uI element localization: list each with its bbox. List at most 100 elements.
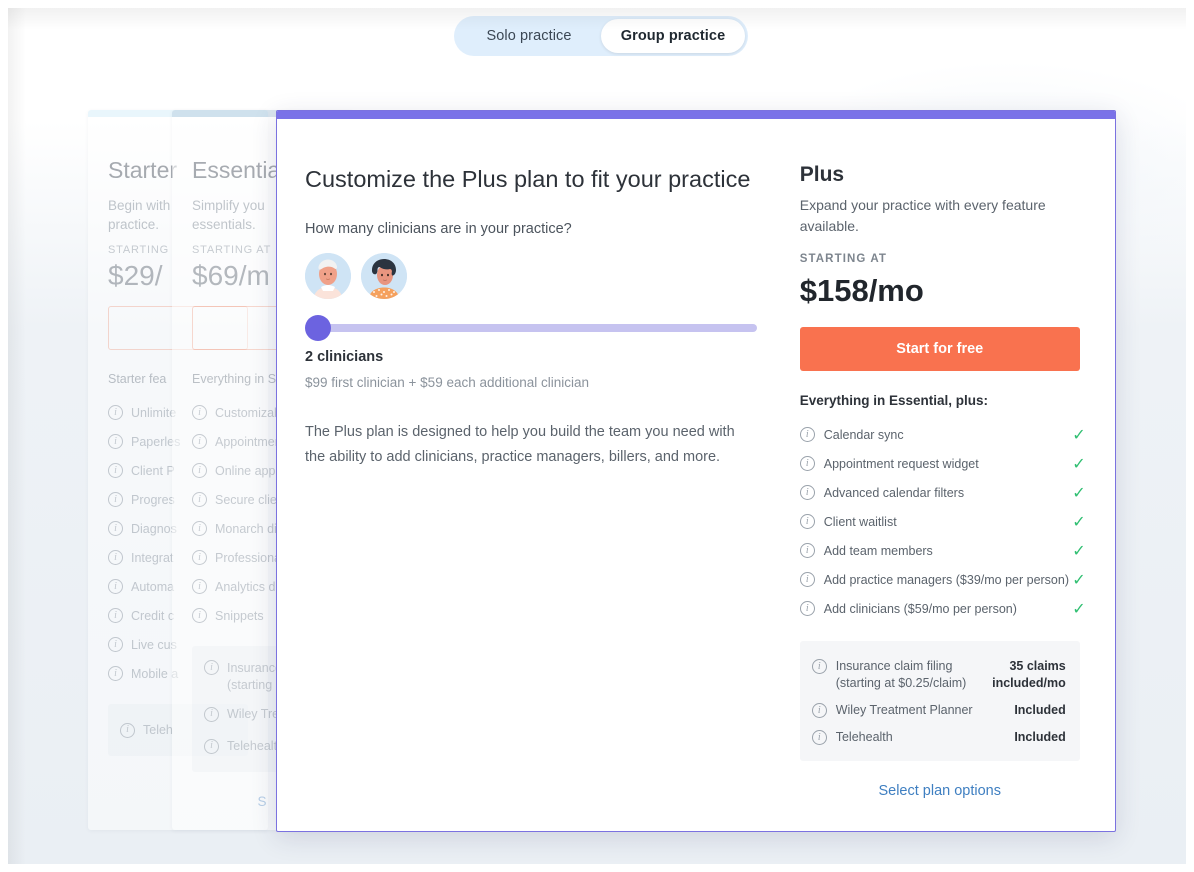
info-icon[interactable]: i — [192, 579, 207, 594]
toggle-option-group[interactable]: Group practice — [601, 19, 745, 53]
plan-name: Plus — [799, 163, 845, 186]
plan-description: The Plus plan is designed to help you bu… — [305, 424, 735, 465]
info-icon[interactable]: i — [811, 659, 827, 674]
check-icon: ✓ — [1072, 600, 1086, 618]
info-icon[interactable]: i — [811, 730, 827, 745]
info-icon[interactable]: i — [799, 485, 815, 500]
page-root: Solo practice Group practice Starter Beg… — [0, 0, 1194, 872]
info-icon[interactable]: i — [192, 405, 207, 420]
feature-row: i Client waitlist ✓ — [799, 507, 1089, 536]
addon-label: Insurance (starting a — [227, 660, 283, 694]
check-icon: ✓ — [1072, 571, 1086, 589]
feature-label: Progres — [131, 492, 175, 507]
feature-row: i Add practice managers ($39/mo per pers… — [799, 565, 1089, 594]
addon-box: i Insurance claim filing (starting at $0… — [799, 641, 1080, 761]
info-icon[interactable]: i — [204, 660, 219, 675]
feature-label: Online appo — [215, 463, 283, 478]
check-icon: ✓ — [1072, 484, 1086, 502]
info-icon[interactable]: i — [108, 666, 123, 681]
feature-label: Appointment request widget — [823, 456, 979, 471]
feature-label: Calendar sync — [823, 427, 904, 442]
clinician-pricing-note: $99 first clinician + $59 each additiona… — [305, 375, 590, 390]
info-icon[interactable]: i — [799, 572, 815, 587]
clinician-count-slider[interactable] — [305, 313, 757, 343]
practice-type-toggle[interactable]: Solo practice Group practice — [454, 16, 748, 56]
modal-right-panel: Plus Expand your practice with every fea… — [792, 111, 1115, 831]
start-for-free-button[interactable]: Start for free — [799, 327, 1080, 371]
info-icon[interactable]: i — [204, 738, 219, 754]
clinician-count-label: 2 clinicians — [305, 349, 384, 365]
info-icon[interactable]: i — [811, 703, 827, 718]
feature-label: Client P — [131, 463, 175, 478]
feature-label: Client waitlist — [823, 514, 897, 529]
info-icon[interactable]: i — [108, 492, 123, 507]
toggle-option-solo[interactable]: Solo practice — [457, 19, 601, 53]
clinician-question-label: How many clinicians are in your practice… — [305, 221, 572, 237]
info-icon[interactable]: i — [108, 550, 123, 565]
feature-label: Analytics da — [215, 579, 283, 594]
info-icon[interactable]: i — [204, 706, 219, 722]
feature-label: Professional — [215, 550, 284, 565]
info-icon[interactable]: i — [108, 637, 123, 652]
feature-label: Add clinicians ($59/mo per person) — [823, 601, 1017, 616]
modal-title: Customize the Plus plan to fit your prac… — [305, 166, 751, 192]
feature-label: Integrat — [131, 550, 174, 565]
feature-row: i Add team members ✓ — [799, 536, 1089, 565]
info-icon[interactable]: i — [192, 463, 207, 478]
info-icon[interactable]: i — [192, 521, 207, 536]
plan-price: $158/mo — [799, 273, 924, 308]
addon-label: Teleh — [143, 723, 173, 737]
info-icon[interactable]: i — [108, 579, 123, 594]
info-icon[interactable]: i — [108, 463, 123, 478]
feature-label: Customizab — [215, 405, 281, 420]
info-icon[interactable]: i — [799, 601, 815, 616]
avatar-clinician-2 — [361, 253, 407, 299]
addon-value: Included — [1014, 703, 1066, 717]
check-icon: ✓ — [1072, 426, 1086, 444]
info-icon[interactable]: i — [799, 427, 815, 442]
addon-label: Insurance claim filing (starting at $0.2… — [835, 659, 967, 690]
info-icon[interactable]: i — [108, 521, 123, 536]
select-plan-options-link[interactable]: Select plan options — [800, 783, 1080, 799]
info-icon[interactable]: i — [799, 456, 815, 471]
avatar-illustration-1 — [305, 253, 351, 299]
addon-row: i Telehealth Included — [811, 724, 1066, 751]
info-icon[interactable]: i — [192, 550, 207, 565]
addon-label: Wiley Treatment Planner — [835, 703, 973, 717]
slider-track[interactable] — [323, 324, 757, 332]
feature-row: i Add clinicians ($59/mo per person) ✓ — [799, 594, 1089, 623]
info-icon[interactable]: i — [192, 434, 207, 449]
info-icon[interactable]: i — [108, 405, 123, 420]
feature-label: Secure clien — [215, 492, 284, 507]
feature-label: Snippets — [215, 608, 264, 623]
plan-starting-label: STARTING AT — [799, 253, 887, 265]
feature-label: Live cus — [131, 637, 177, 652]
feature-label: Advanced calendar filters — [823, 485, 965, 500]
info-icon[interactable]: i — [108, 608, 123, 623]
modal-accent-bar — [277, 111, 1115, 119]
avatar-clinician-1 — [305, 253, 351, 299]
addon-row: i Insurance claim filing (starting at $0… — [811, 653, 1066, 697]
feature-label: Add team members — [823, 543, 933, 558]
slider-thumb[interactable] — [305, 315, 331, 341]
addon-value: Included — [1014, 730, 1066, 744]
avatar-illustration-2 — [361, 253, 407, 299]
addon-label: Telehealth — [835, 730, 893, 744]
info-icon[interactable]: i — [799, 543, 815, 558]
info-icon[interactable]: i — [108, 434, 123, 449]
check-icon: ✓ — [1072, 513, 1086, 531]
info-icon[interactable]: i — [799, 514, 815, 529]
addon-label-sub: (starting a — [227, 678, 283, 692]
info-icon[interactable]: i — [192, 492, 207, 507]
plus-feature-list: i Calendar sync ✓ i Appointment request … — [799, 420, 1089, 623]
check-icon: ✓ — [1072, 455, 1086, 473]
info-icon[interactable]: i — [120, 722, 135, 738]
feature-label: Credit c — [131, 608, 175, 623]
feature-label: Unlimite — [131, 405, 177, 420]
feature-row: i Advanced calendar filters ✓ — [799, 478, 1089, 507]
info-icon[interactable]: i — [192, 608, 207, 623]
clinician-avatars — [305, 253, 752, 303]
addon-value: 35 claims included/mo — [992, 659, 1066, 690]
feature-label: Add practice managers ($39/mo per person… — [823, 572, 1069, 587]
feature-row: i Appointment request widget ✓ — [799, 449, 1089, 478]
